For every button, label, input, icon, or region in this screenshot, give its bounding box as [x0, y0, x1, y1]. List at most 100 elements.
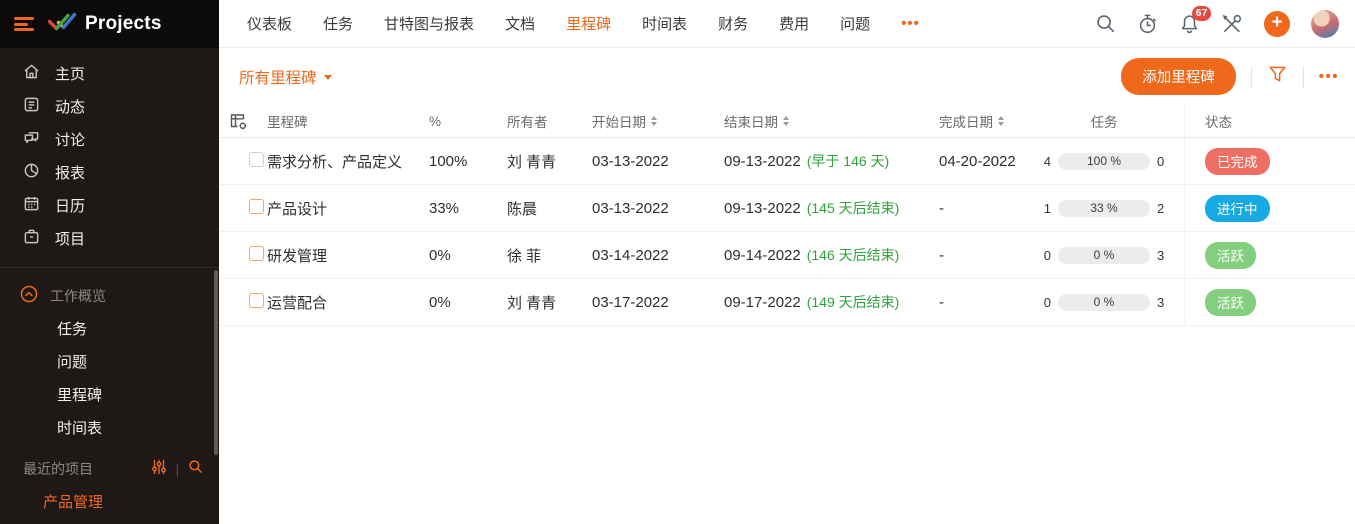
milestone-name[interactable]: 研发管理 — [267, 245, 429, 266]
double-check-logo-icon — [47, 10, 77, 39]
calendar-icon — [23, 195, 40, 216]
main-content: 所有里程碑 添加里程碑 ••• 里程碑 % 所有者 开始日期 结束日期 完成日期… — [219, 48, 1355, 524]
notifications-bell-icon[interactable]: 67 — [1179, 5, 1211, 35]
sidebar-divider — [0, 267, 219, 268]
notification-count-badge: 67 — [1192, 5, 1211, 21]
status-badge[interactable]: 活跃 — [1205, 288, 1256, 316]
topnav-tab[interactable]: 财务 — [718, 13, 748, 34]
progress-bar: 33 % — [1058, 199, 1150, 217]
sidebar-item-home[interactable]: 主页 — [0, 57, 219, 90]
add-milestone-button[interactable]: 添加里程碑 — [1121, 58, 1236, 95]
topnav-tab[interactable]: 文档 — [505, 13, 535, 34]
header-completion-date[interactable]: 完成日期 — [934, 111, 1024, 131]
recent-project-item[interactable]: 产品管理 — [0, 484, 219, 518]
view-selector-label: 所有里程碑 — [239, 69, 317, 87]
header-percent: % — [429, 113, 442, 129]
tasks-cell: 0 0 % 3 — [1024, 293, 1184, 311]
tasks-cell: 1 33 % 2 — [1024, 199, 1184, 217]
sidebar-item-reports[interactable]: 报表 — [0, 156, 219, 189]
status-badge[interactable]: 进行中 — [1205, 194, 1270, 222]
sidebar-item-calendar[interactable]: 日历 — [0, 189, 219, 222]
sidebar-item-label: 日历 — [55, 198, 86, 215]
project-filter-sliders-icon[interactable] — [151, 459, 167, 480]
start-date: 03-17-2022 — [592, 293, 669, 311]
table-header: 里程碑 % 所有者 开始日期 结束日期 完成日期 任务 状态 — [219, 105, 1355, 138]
row-checkbox[interactable] — [249, 198, 264, 214]
app-window: Projects 仪表板 任务 甘特图与报表 文档 里程碑 时间表 财务 费用 问题 ••• — [0, 0, 1355, 524]
status-badge[interactable]: 已完成 — [1205, 147, 1270, 175]
tools-icon[interactable] — [1221, 13, 1243, 35]
product-name: Projects — [85, 13, 162, 34]
row-checkbox[interactable] — [249, 292, 264, 308]
topnav-tab[interactable]: 问题 — [840, 13, 870, 34]
status-badge[interactable]: 活跃 — [1205, 241, 1256, 269]
sidebar-item-feed[interactable]: 动态 — [0, 90, 219, 123]
row-checkbox[interactable] — [249, 151, 264, 167]
topnav-tab[interactable]: 时间表 — [642, 13, 687, 34]
sidebar-item-label: 主页 — [55, 66, 86, 83]
header-start-date[interactable]: 开始日期 — [592, 111, 724, 131]
topnav-more-button[interactable]: ••• — [901, 15, 920, 32]
end-date: 09-14-2022 (146 天后结束) — [724, 247, 900, 264]
timer-icon[interactable] — [1137, 13, 1158, 35]
milestone-owner: 刘 青青 — [507, 294, 557, 312]
sidebar-item-discussions[interactable]: 讨论 — [0, 123, 219, 156]
search-icon[interactable] — [1095, 13, 1116, 34]
sidebar-work-item[interactable]: 里程碑 — [0, 378, 219, 411]
add-new-button[interactable]: + — [1264, 10, 1290, 37]
topbar-icons: 67 + — [1095, 5, 1339, 38]
chevron-down-icon — [323, 75, 332, 80]
toolbar-divider — [1250, 65, 1252, 88]
user-avatar[interactable] — [1311, 9, 1339, 38]
filter-icon[interactable] — [1267, 64, 1288, 90]
section-label: 工作概览 — [50, 287, 106, 304]
milestone-name[interactable]: 需求分析、产品定义 — [267, 151, 429, 172]
table-row[interactable]: 运营配合 0% 刘 青青 03-17-2022 09-17-2022 (149 天… — [219, 279, 1355, 326]
topnav-tabs: 仪表板 任务 甘特图与报表 文档 里程碑 时间表 财务 费用 问题 ••• — [247, 13, 920, 34]
recent-projects-list: 产品管理 — [0, 484, 219, 518]
topnav-tab[interactable]: 任务 — [323, 13, 353, 34]
topnav-tab[interactable]: 甘特图与报表 — [384, 13, 474, 34]
table-row[interactable]: 需求分析、产品定义 100% 刘 青青 03-13-2022 09-13-202… — [219, 138, 1355, 185]
collapse-chevron-up-icon — [20, 285, 38, 306]
sidebar-work-item[interactable]: 时间表 — [0, 411, 219, 444]
recent-projects-header: 最近的项目 | — [0, 454, 219, 484]
topnav-tab[interactable]: 费用 — [779, 13, 809, 34]
column-settings-icon[interactable] — [219, 112, 267, 131]
end-date: 09-13-2022 (早于 146 天) — [724, 153, 890, 170]
sidebar-work-item[interactable]: 问题 — [0, 345, 219, 378]
view-selector-dropdown[interactable]: 所有里程碑 — [239, 66, 332, 88]
topnav-tab[interactable]: 仪表板 — [247, 13, 292, 34]
topnav-tab[interactable]: 里程碑 — [566, 13, 611, 34]
brand-logo[interactable]: Projects — [47, 10, 162, 39]
progress-bar: 0 % — [1058, 293, 1150, 311]
header-end-date[interactable]: 结束日期 — [724, 111, 934, 131]
completion-date: - — [939, 199, 944, 217]
end-date-note: (149 天后结束) — [806, 294, 900, 310]
sidebar-item-label: 报表 — [55, 165, 86, 182]
table-row[interactable]: 产品设计 33% 陈晨 03-13-2022 09-13-2022 (145 天后… — [219, 185, 1355, 232]
sidebar-section-work-overview[interactable]: 工作概览 — [0, 279, 219, 312]
feed-icon — [23, 96, 40, 117]
closed-tasks-count: 3 — [1157, 294, 1165, 310]
sidebar-item-projects[interactable]: 项目 — [0, 222, 219, 255]
milestone-name[interactable]: 运营配合 — [267, 292, 429, 313]
milestone-percent: 33% — [429, 199, 460, 217]
header-status: 状态 — [1184, 105, 1355, 137]
table-row[interactable]: 研发管理 0% 徐 菲 03-14-2022 09-14-2022 (146 天后… — [219, 232, 1355, 279]
header-milestone: 里程碑 — [267, 115, 308, 130]
toolbar-more-button[interactable]: ••• — [1319, 68, 1339, 85]
recent-projects-label: 最近的项目 — [23, 461, 93, 477]
hamburger-menu-icon[interactable] — [14, 17, 34, 31]
topbar: Projects 仪表板 任务 甘特图与报表 文档 里程碑 时间表 财务 费用 问题 ••• — [0, 0, 1355, 48]
sidebar-scrollbar[interactable] — [214, 270, 218, 455]
milestone-toolbar: 所有里程碑 添加里程碑 ••• — [219, 48, 1355, 105]
completion-date: - — [939, 293, 944, 311]
milestone-name[interactable]: 产品设计 — [267, 198, 429, 219]
sidebar-work-item[interactable]: 任务 — [0, 312, 219, 345]
row-checkbox[interactable] — [249, 245, 264, 261]
project-search-icon[interactable] — [188, 459, 203, 479]
completion-date: - — [939, 246, 944, 264]
sidebar-item-label: 项目 — [55, 231, 86, 248]
icon-separator: | — [175, 461, 179, 477]
